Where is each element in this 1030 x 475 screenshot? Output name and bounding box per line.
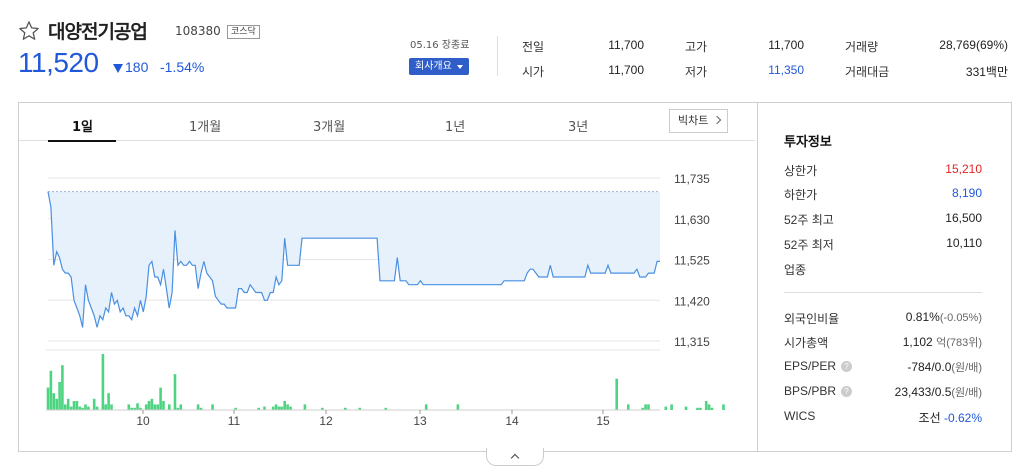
eps-per-text: EPS/PER bbox=[784, 359, 837, 373]
wics-label: WICS bbox=[784, 409, 816, 423]
chevron-right-icon bbox=[712, 115, 722, 125]
market-badge: 코스닥 bbox=[227, 25, 260, 39]
foreign-ratio-change: (-0.05%) bbox=[939, 312, 982, 324]
market-time: 05.16 장종료 bbox=[410, 40, 470, 51]
eps-per-label: EPS/PER? bbox=[784, 359, 853, 373]
help-icon[interactable]: ? bbox=[841, 386, 853, 397]
stock-header: 대양전기공업 108380 코스닥 11,520 180 -1.54% 05.1… bbox=[0, 0, 1030, 100]
active-tab-underline bbox=[48, 140, 116, 142]
low52-label: 52주 최저 bbox=[784, 238, 834, 252]
tab-3year[interactable]: 3년 bbox=[568, 116, 588, 135]
company-overview-label: 회사개요 bbox=[415, 61, 452, 72]
big-chart-label: 빅차트 bbox=[678, 114, 709, 127]
bps-pbr: 23,433/0.5 bbox=[894, 385, 952, 399]
open-label: 시가 bbox=[522, 65, 545, 79]
bps-pbr-label: BPS/PBR? bbox=[784, 384, 853, 398]
foreign-ratio-value: 0.81%(-0.05%) bbox=[906, 310, 982, 324]
foreign-ratio-label: 외국인비율 bbox=[784, 312, 840, 326]
high52-value: 16,500 bbox=[945, 211, 982, 225]
upper-limit-label: 상한가 bbox=[784, 164, 818, 178]
market-cap: 1,102 bbox=[902, 335, 933, 349]
expand-toggle[interactable] bbox=[486, 448, 544, 466]
eps-per-value: -784/0.0(원/배) bbox=[907, 359, 982, 375]
change-rate: -1.54% bbox=[160, 59, 205, 75]
prev-close-label: 전일 bbox=[522, 40, 545, 54]
eps-per-unit: (원/배) bbox=[951, 362, 982, 374]
current-price: 11,520 bbox=[18, 47, 99, 78]
volume-label: 거래량 bbox=[845, 40, 879, 54]
low-label: 저가 bbox=[685, 65, 708, 79]
eps-per: -784/0.0 bbox=[907, 360, 952, 374]
tab-divider bbox=[19, 140, 755, 141]
wics-sector: 조선 bbox=[918, 411, 941, 425]
high52-label: 52주 최고 bbox=[784, 213, 834, 227]
market-cap-label: 시가총액 bbox=[784, 336, 829, 350]
bps-pbr-text: BPS/PBR bbox=[784, 384, 837, 398]
foreign-ratio: 0.81% bbox=[905, 310, 940, 324]
bps-pbr-unit: (원/배) bbox=[951, 387, 982, 399]
wics-rate: -0.62% bbox=[943, 411, 982, 425]
high-value: 11,700 bbox=[768, 38, 804, 52]
lower-limit-label: 하한가 bbox=[784, 188, 818, 202]
tab-1day[interactable]: 1일 bbox=[72, 116, 93, 135]
low-value: 11,350 bbox=[768, 63, 804, 77]
prev-close-value: 11,700 bbox=[608, 38, 644, 52]
tab-1year[interactable]: 1년 bbox=[445, 116, 465, 135]
tab-1month[interactable]: 1개월 bbox=[189, 116, 221, 135]
upper-limit-value: 15,210 bbox=[945, 162, 982, 176]
tab-3month[interactable]: 3개월 bbox=[313, 116, 345, 135]
info-divider bbox=[784, 292, 982, 293]
divider bbox=[497, 36, 498, 76]
big-chart-button[interactable]: 빅차트 bbox=[669, 109, 728, 133]
market-cap-rank: 억(783위) bbox=[936, 337, 982, 349]
help-icon[interactable]: ? bbox=[841, 361, 853, 372]
low52-value: 10,110 bbox=[946, 236, 982, 250]
amount-label: 거래대금 bbox=[845, 65, 890, 79]
stock-name: 대양전기공업 bbox=[48, 21, 148, 43]
wics-value[interactable]: 조선 -0.62% bbox=[919, 409, 982, 426]
high-label: 고가 bbox=[685, 40, 708, 54]
down-triangle-icon bbox=[113, 64, 123, 73]
sector-label: 업종 bbox=[784, 263, 807, 277]
company-overview-button[interactable]: 회사개요 bbox=[409, 58, 469, 75]
chevron-up-icon bbox=[510, 453, 520, 463]
caret-down-icon bbox=[457, 65, 463, 69]
market-cap-value: 1,102 억(783위) bbox=[903, 334, 982, 350]
volume-value: 28,769(69%) bbox=[939, 38, 1008, 52]
bps-pbr-value: 23,433/0.5(원/배) bbox=[895, 384, 982, 400]
lower-limit-value: 8,190 bbox=[951, 186, 982, 200]
open-value: 11,700 bbox=[608, 63, 644, 77]
info-title: 투자정보 bbox=[784, 135, 832, 150]
price-change: 180 bbox=[125, 59, 149, 75]
amount-value: 331백만 bbox=[965, 65, 1008, 79]
favorite-star-icon[interactable] bbox=[18, 20, 40, 42]
stock-code: 108380 bbox=[175, 24, 221, 38]
